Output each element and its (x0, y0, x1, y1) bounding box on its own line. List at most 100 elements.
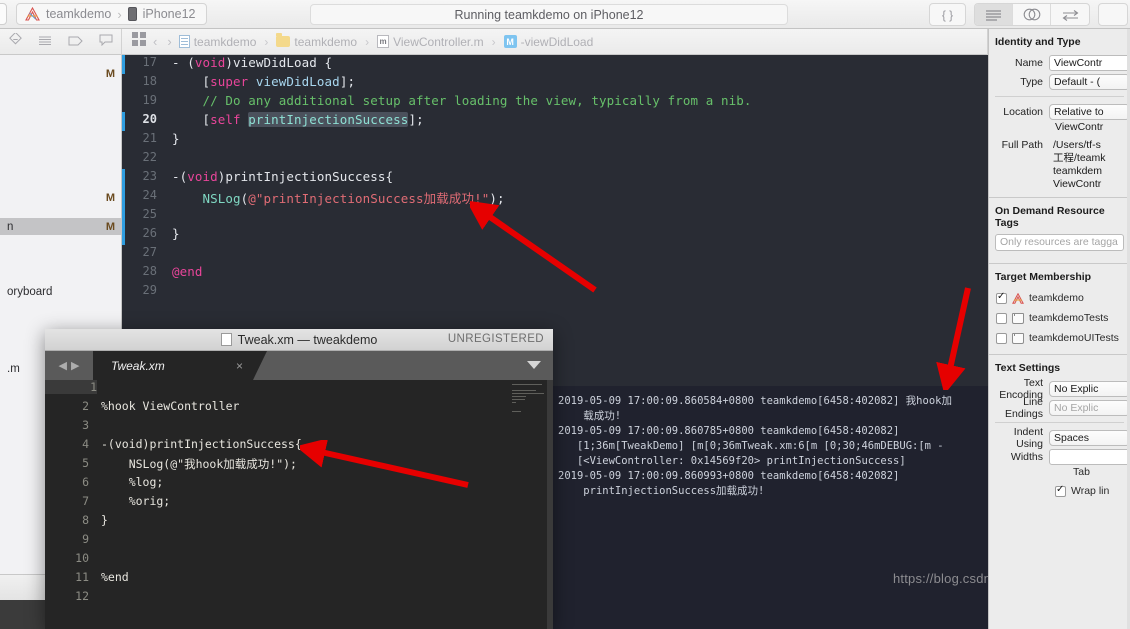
widths-stepper-field[interactable] (1049, 448, 1130, 465)
tweak-code-line[interactable]: } (101, 513, 108, 527)
tweak-code-line[interactable]: NSLog(@"我hook加载成功!"); (101, 456, 297, 472)
tweak-code-area[interactable]: 1 2 %hook ViewController 3 4 -(void)printInje… (45, 380, 553, 629)
checkbox[interactable] (1055, 484, 1066, 497)
code-minimap[interactable] (512, 384, 548, 414)
back-button[interactable]: ‹ (153, 34, 157, 49)
method-badge-icon: M (503, 35, 517, 48)
tweak-code-line[interactable]: %hook ViewController (101, 399, 239, 413)
line-endings-popup[interactable]: No Explic (1049, 399, 1130, 416)
tab-tweak-xm[interactable]: Tweak.xm × (93, 351, 267, 380)
editor-code-line[interactable]: [self printInjectionSuccess]; (172, 112, 424, 127)
location-popup[interactable]: Relative to (1049, 103, 1130, 120)
stop-button[interactable] (0, 3, 7, 25)
editor-code-line[interactable]: -(void)printInjectionSuccess{ (172, 169, 393, 184)
file-inspector-panel[interactable]: Identity and Type Name ViewContr Type De… (988, 29, 1130, 629)
editor-line-number: 22 (142, 150, 157, 164)
editor-line-number: 29 (142, 283, 157, 297)
navigator-row-label: n (7, 220, 14, 233)
checkbox[interactable] (996, 332, 1007, 344)
label-fullpath: Full Path (1001, 139, 1043, 151)
tweak-line-number: 3 (82, 418, 89, 432)
tweak-scrollbar[interactable] (547, 380, 553, 629)
folder-icon (276, 33, 291, 47)
editor-code-line[interactable]: NSLog(@"printInjectionSuccess加载成功!"); (172, 188, 505, 207)
tweak-code-line[interactable]: %end (101, 570, 129, 584)
toolbar-right-controls: { } (929, 3, 1128, 26)
breadcrumb-label: teamkdemo (193, 34, 257, 49)
editor-code-line[interactable]: } (172, 131, 180, 146)
tweak-line-number: 1 (45, 380, 97, 394)
target-membership-item-tests[interactable]: teamkdemoTests (989, 308, 1130, 328)
editor-line-number: 17 (142, 55, 157, 69)
jump-bar: ‹ › teamkdemo › teamkdemo › m ViewContro… (0, 28, 1130, 55)
comment-icon[interactable] (99, 33, 113, 51)
text-encoding-popup[interactable]: No Explic (1049, 380, 1130, 397)
test-bundle-icon (1012, 332, 1024, 344)
navigator-row-selected[interactable]: n M (0, 218, 122, 235)
assistant-editor-icon[interactable] (1013, 4, 1051, 25)
breadcrumb-item-file[interactable]: m ViewController.m (377, 35, 484, 49)
forward-button[interactable]: › (167, 34, 171, 49)
tweak-code-line[interactable]: -(void)printInjectionSuccess{ (101, 437, 302, 451)
target-membership-item-uitests[interactable]: teamkdemoUITests (989, 328, 1130, 348)
tweak-tab-nav-arrows[interactable]: ◀ ▶ (45, 351, 93, 380)
checkbox[interactable] (996, 312, 1007, 324)
filter-icon[interactable] (9, 31, 22, 51)
editor-code-line[interactable]: // Do any additional setup after loading… (172, 93, 752, 108)
navigator-row[interactable]: oryboard (0, 283, 122, 300)
breadcrumb-item-symbol[interactable]: M -viewDidLoad (503, 35, 593, 49)
editor-line-number: 26 (142, 226, 157, 240)
editor-code-line[interactable]: [super viewDidLoad]; (172, 74, 355, 89)
navigator-row[interactable]: M (0, 189, 122, 206)
target-membership-item-teamkdemo[interactable]: teamkdemo (989, 288, 1130, 308)
fullpath-line: teamkdem (1053, 165, 1103, 177)
tweak-line-number: 6 (82, 475, 89, 489)
tab-next-icon[interactable]: ▶ (71, 359, 79, 372)
debug-console[interactable]: 2019-05-09 17:00:09.860584+0800 teamkdem… (553, 386, 988, 629)
console-line: printInjectionSuccess加载成功! (558, 485, 765, 497)
editor-line-number: 20 (142, 112, 157, 126)
fullpath-line: 工程/teamk (1053, 152, 1106, 164)
divider (995, 96, 1124, 97)
list-icon[interactable] (38, 33, 52, 51)
editor-line-number: 21 (142, 131, 157, 145)
inspector-toggle-button[interactable] (1098, 3, 1128, 26)
indent-using-popup[interactable]: Spaces (1049, 429, 1130, 446)
standard-editor-icon[interactable] (975, 4, 1013, 25)
navigator-row-label: .m (7, 362, 20, 375)
editor-code-line[interactable]: - (void)viewDidLoad { (172, 55, 332, 70)
label-location: Location (1003, 105, 1043, 118)
tweak-code-line[interactable]: %orig; (101, 494, 171, 508)
related-items-icon[interactable] (132, 32, 146, 51)
editor-code-line[interactable]: } (172, 226, 180, 241)
tweak-code-line[interactable]: %log; (101, 475, 164, 489)
scheme-separator: › (117, 6, 122, 22)
chevron-down-icon[interactable] (527, 361, 541, 369)
destination-name: iPhone12 (142, 7, 196, 21)
breadcrumb: ‹ › teamkdemo › teamkdemo › m ViewContro… (122, 29, 987, 55)
tweak-tab-bar: ◀ ▶ Tweak.xm × (45, 351, 553, 380)
scheme-selector[interactable]: teamkdemo › iPhone12 (16, 3, 208, 25)
name-field[interactable]: ViewContr (1049, 54, 1130, 71)
tweak-editor-window[interactable]: Tweak.xm — tweakdemo UNREGISTERED ◀ ▶ Tw… (45, 329, 553, 629)
wrap-lines-row[interactable]: Wrap lin (989, 481, 1130, 501)
breadcrumb-item-group[interactable]: teamkdemo (276, 33, 357, 49)
ondemand-tags-field[interactable]: Only resources are tagga (995, 234, 1124, 251)
target-label: teamkdemoTests (1029, 312, 1109, 324)
navigator-row-status: M (105, 191, 115, 204)
version-editor-icon[interactable] (1051, 4, 1089, 25)
label-name: Name (1014, 56, 1043, 69)
library-button[interactable]: { } (929, 3, 966, 26)
editor-line-number: 24 (142, 188, 157, 202)
label-type: Type (1020, 75, 1043, 88)
editor-line-number: 19 (142, 93, 157, 107)
navigator-row[interactable]: M (0, 65, 122, 82)
checkbox[interactable] (996, 291, 1007, 304)
type-popup[interactable]: Default - ( (1049, 73, 1130, 90)
tab-prev-icon[interactable]: ◀ (59, 359, 67, 372)
editor-code-line[interactable]: @end (172, 264, 203, 279)
scheme-name: teamkdemo (46, 7, 112, 21)
close-icon[interactable]: × (236, 359, 243, 373)
tag-icon[interactable] (68, 33, 83, 51)
breadcrumb-item-project[interactable]: teamkdemo (178, 34, 257, 49)
